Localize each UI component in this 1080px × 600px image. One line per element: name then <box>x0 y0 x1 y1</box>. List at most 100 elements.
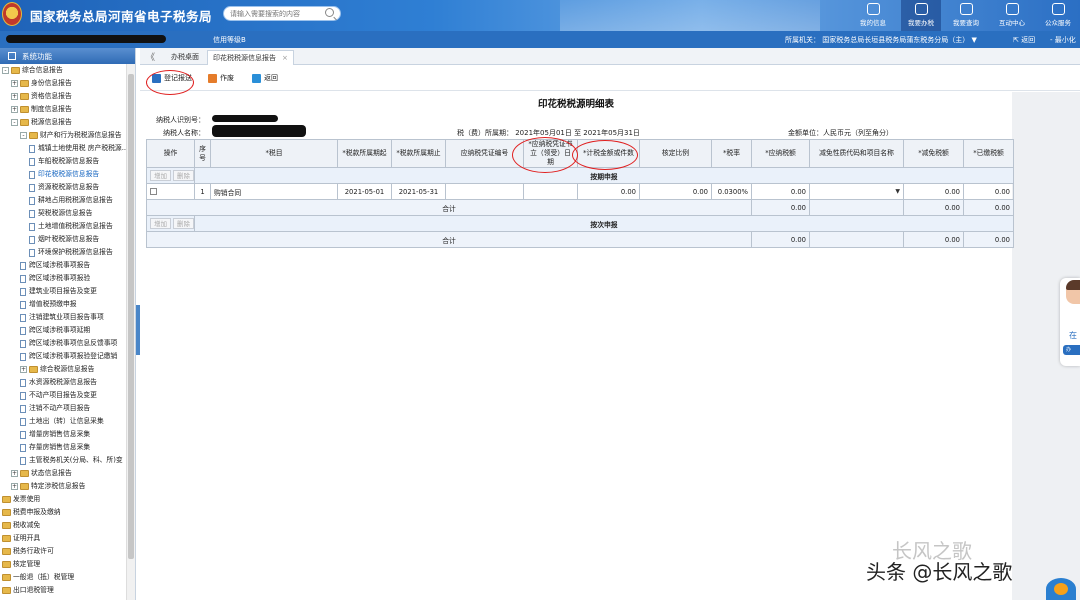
sidebar-item[interactable]: 税收减免 <box>0 519 135 532</box>
row-relief-amount-input[interactable]: 0.00 <box>903 183 964 200</box>
sidebar-item[interactable]: 土地增值税税源信息报告 <box>0 220 135 233</box>
top-banner: 国家税务总局河南省电子税务局 我的信息 我要办税 我要查询 互动中心 公众服务 <box>0 0 1080 31</box>
sidebar-item[interactable]: 城镇土地使用税 房产税税源... <box>0 142 135 155</box>
folder-icon <box>2 548 11 555</box>
row-ratio: 0.00 <box>639 183 712 200</box>
sidebar-item[interactable]: 耕地占用税税源信息报告 <box>0 194 135 207</box>
document-icon <box>20 327 26 335</box>
sidebar-item[interactable]: 税费申报及缴纳 <box>0 506 135 519</box>
sidebar-scroll-thumb[interactable] <box>128 74 134 559</box>
sidebar-item[interactable]: 税务行政许可 <box>0 545 135 558</box>
row-taxable-amount-input[interactable]: 0.00 <box>577 183 640 200</box>
add-row-button-1[interactable]: 增加 <box>150 170 171 181</box>
tab-desktop[interactable]: 办税桌面 <box>166 50 204 65</box>
nav-tax-service[interactable]: 我要办税 <box>901 0 941 31</box>
sidebar-item[interactable]: 一般退（抵）税管理 <box>0 571 135 584</box>
row-tax-item[interactable]: 购销合同 <box>210 183 338 200</box>
sidebar-item[interactable]: 建筑业项目报告及变更 <box>0 285 135 298</box>
sidebar-item[interactable]: 土地出（转）让信息采集 <box>0 415 135 428</box>
sidebar-item[interactable]: 增量房销售信息采集 <box>0 428 135 441</box>
sidebar-item[interactable]: 核定管理 <box>0 558 135 571</box>
sidebar-item[interactable]: 发票使用 <box>0 493 135 506</box>
sidebar-item[interactable]: + 资格信息报告 <box>0 90 135 103</box>
collapse-icon[interactable]: - <box>11 119 18 126</box>
expand-icon[interactable]: + <box>20 366 27 373</box>
row-voucher-no-input[interactable] <box>445 183 524 200</box>
void-button[interactable]: 作废 <box>208 73 234 84</box>
back-button[interactable]: 返回 <box>252 73 278 84</box>
sidebar-item[interactable]: 印花税税源信息报告 <box>0 168 135 181</box>
sidebar-item[interactable]: 存量房销售信息采集 <box>0 441 135 454</box>
row-voucher-date-input[interactable] <box>523 183 578 200</box>
row-paid-amount-input[interactable]: 0.00 <box>963 183 1014 200</box>
sidebar-item[interactable]: 资源税税源信息报告 <box>0 181 135 194</box>
sidebar-item-label: 出口退税管理 <box>13 586 54 594</box>
sidebar-item[interactable]: 跨区域涉税事项报验登记缴销 <box>0 350 135 363</box>
sidebar-item[interactable]: 水资源税税源信息报告 <box>0 376 135 389</box>
expand-icon[interactable]: + <box>11 106 18 113</box>
sidebar-item[interactable]: 注销不动产项目报告 <box>0 402 135 415</box>
row-period-start[interactable]: 2021-05-01 <box>337 183 392 200</box>
sidebar-item[interactable]: + 状态信息报告 <box>0 467 135 480</box>
collapse-icon[interactable]: - <box>20 132 27 139</box>
sidebar-item[interactable]: 跨区域涉税事项报告 <box>0 259 135 272</box>
sidebar-item[interactable]: + 制度信息报告 <box>0 103 135 116</box>
expand-icon[interactable]: + <box>11 483 18 490</box>
stamp-tax-detail-table: 操作 序号 *税目 *税款所属期起 *税款所属期止 应纳税凭证编号 *应纳税凭证… <box>146 139 1014 248</box>
sidebar-item[interactable]: + 综合税源信息报告 <box>0 363 135 376</box>
col-voucher-no: 应纳税凭证编号 <box>445 139 524 168</box>
delete-row-button-2[interactable]: 删除 <box>173 218 194 229</box>
sidebar-item[interactable]: 车船税税源信息报告 <box>0 155 135 168</box>
row-checkbox[interactable] <box>150 188 157 195</box>
close-tab-icon[interactable]: × <box>282 54 288 62</box>
sidebar-item-label: 耕地占用税税源信息报告 <box>38 196 113 204</box>
search-icon[interactable] <box>325 8 334 17</box>
expand-icon[interactable]: + <box>11 93 18 100</box>
collapse-icon[interactable]: - <box>2 67 9 74</box>
expand-icon[interactable]: + <box>11 470 18 477</box>
search-input[interactable] <box>230 8 320 20</box>
expand-icon[interactable]: + <box>11 80 18 87</box>
delete-row-button-1[interactable]: 删除 <box>173 170 194 181</box>
sidebar-item[interactable]: 环境保护税税源信息报告 <box>0 246 135 259</box>
tab-stamp-tax-report[interactable]: 印花税税源信息报告 × <box>207 50 294 65</box>
sidebar-item[interactable]: 主管税务机关(分局、科、所)变 <box>0 454 135 467</box>
nav-my-info[interactable]: 我的信息 <box>853 0 893 31</box>
sidebar-item[interactable]: 证明开具 <box>0 532 135 545</box>
form-title: 印花税税源明细表 <box>537 99 614 110</box>
watermark-main: 头条 @长风之歌 <box>866 560 1013 584</box>
folder-icon <box>29 132 38 139</box>
search-box[interactable] <box>223 6 341 21</box>
folder-icon <box>20 470 29 477</box>
row-relief-code-select[interactable]: ▼ <box>809 183 904 200</box>
sidebar-item[interactable]: 注销建筑业项目报告事项 <box>0 311 135 324</box>
sidebar-item[interactable]: + 身份信息报告 <box>0 77 135 90</box>
sidebar-item[interactable]: - 税源信息报告 <box>0 116 135 129</box>
nav-interaction[interactable]: 互动中心 <box>992 0 1032 31</box>
sidebar-item[interactable]: 跨区域涉税事项报验 <box>0 272 135 285</box>
sidebar-item[interactable]: 跨区域涉税事项延期 <box>0 324 135 337</box>
sidebar-item[interactable]: 不动产项目报告及变更 <box>0 389 135 402</box>
folder-icon <box>20 119 29 126</box>
add-row-button-2[interactable]: 增加 <box>150 218 171 229</box>
collapse-tabs-icon[interactable]: 《 <box>146 50 155 63</box>
chevron-down-icon[interactable]: ▼ <box>895 188 900 195</box>
header-back-link[interactable]: ⇱ 返回 <box>1013 35 1035 45</box>
online-assistant-widget[interactable]: 在 办 <box>1060 278 1080 366</box>
nav-query[interactable]: 我要查询 <box>946 0 986 31</box>
row-period-end[interactable]: 2021-05-31 <box>391 183 446 200</box>
folder-icon <box>2 509 11 516</box>
sidebar-item[interactable]: 烟叶税税源信息报告 <box>0 233 135 246</box>
sidebar-scrollbar[interactable] <box>126 64 135 600</box>
sidebar-item[interactable]: 出口退税管理 <box>0 584 135 597</box>
sidebar-item[interactable]: - 财产和行为税税源信息报告 <box>0 129 135 142</box>
sidebar-item[interactable]: 契税税源信息报告 <box>0 207 135 220</box>
minimize-link[interactable]: - 最小化 <box>1050 35 1076 45</box>
submit-button[interactable]: 登记报送 <box>152 73 192 84</box>
nav-public-service[interactable]: 公众服务 <box>1038 0 1078 31</box>
sidebar-item[interactable]: - 综合信息报告 <box>0 64 135 77</box>
sidebar-item[interactable]: + 特定涉税信息报告 <box>0 480 135 493</box>
sidebar-item[interactable]: 增值税预缴申报 <box>0 298 135 311</box>
sidebar-item[interactable]: 跨区域涉税事项信息反馈事项 <box>0 337 135 350</box>
col-operation: 操作 <box>146 139 195 168</box>
